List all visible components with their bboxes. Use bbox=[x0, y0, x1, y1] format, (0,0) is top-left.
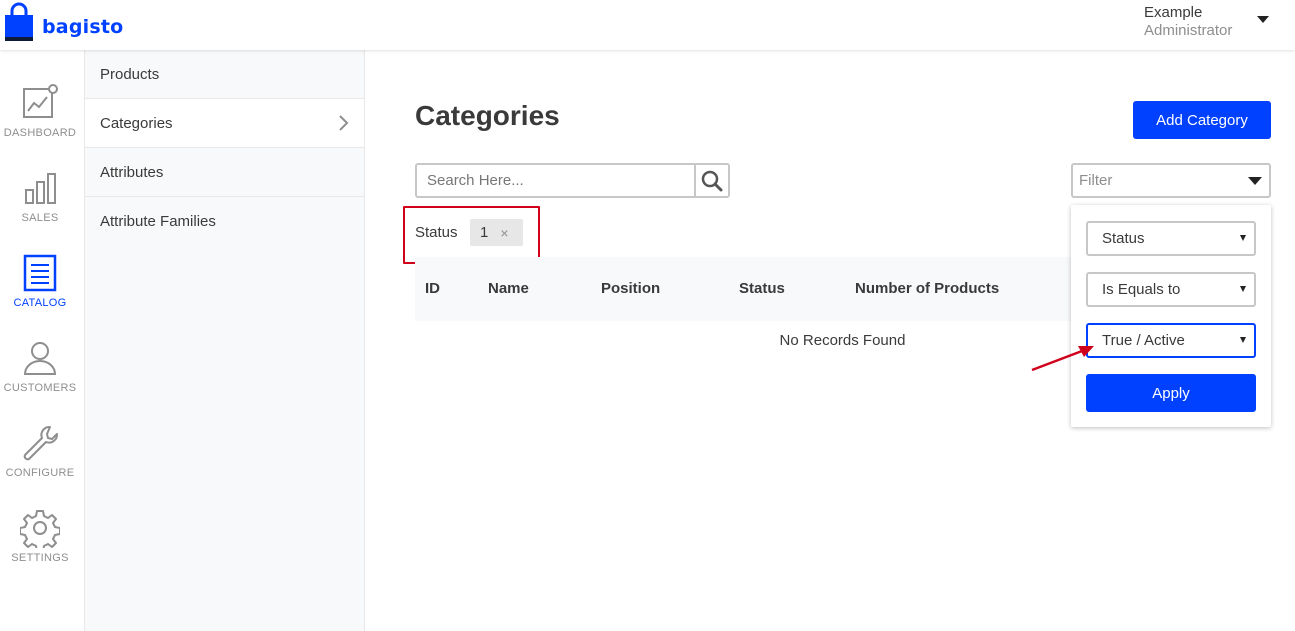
main-nav: DASHBOARD SALES CATALOG CUSTOMERS CONFIG… bbox=[0, 50, 85, 631]
column-header-id[interactable]: ID bbox=[425, 280, 440, 297]
nav-item-settings[interactable]: SETTINGS bbox=[0, 508, 80, 564]
subnav-item-attribute-families[interactable]: Attribute Families bbox=[85, 197, 364, 246]
chevron-right-icon bbox=[339, 115, 349, 131]
filter-condition-select[interactable]: Is Equals to bbox=[1086, 272, 1256, 307]
filter-condition-value: Is Equals to bbox=[1102, 281, 1181, 298]
filter-dropdown[interactable]: Filter bbox=[1071, 163, 1271, 198]
nav-item-catalog[interactable]: CATALOG bbox=[0, 253, 80, 309]
search-icon bbox=[701, 170, 723, 191]
table-header: ID Name Position Status Number of Produc… bbox=[415, 257, 1075, 321]
subnav-item-attributes[interactable]: Attributes bbox=[85, 148, 364, 197]
filter-column-value: Status bbox=[1102, 230, 1145, 247]
subnav-item-products[interactable]: Products bbox=[85, 50, 364, 99]
close-icon[interactable]: × bbox=[500, 225, 508, 241]
subnav-item-categories[interactable]: Categories bbox=[85, 99, 364, 148]
search-input[interactable] bbox=[417, 165, 694, 196]
gear-icon bbox=[20, 510, 60, 548]
filter-value-value: True / Active bbox=[1102, 332, 1185, 349]
nav-item-sales[interactable]: SALES bbox=[0, 168, 80, 224]
user-name: Example bbox=[1144, 4, 1203, 21]
caret-down-icon bbox=[1248, 177, 1262, 185]
subnav-label: Attribute Families bbox=[100, 213, 216, 230]
applied-filter-label: Status bbox=[415, 224, 458, 241]
brand-name: bagisto bbox=[42, 16, 124, 38]
nav-label: CATALOG bbox=[13, 297, 67, 309]
subnav-label: Categories bbox=[100, 114, 173, 132]
search-button[interactable] bbox=[694, 165, 728, 196]
caret-down-icon[interactable] bbox=[1257, 16, 1269, 23]
nav-item-configure[interactable]: CONFIGURE bbox=[0, 423, 80, 479]
filter-column-select[interactable]: Status bbox=[1086, 221, 1256, 256]
search-box bbox=[415, 163, 730, 198]
apply-filter-button[interactable]: Apply bbox=[1086, 374, 1256, 412]
nav-label: SALES bbox=[21, 212, 59, 224]
annotation-arrow-icon bbox=[1031, 346, 1094, 372]
nav-item-customers[interactable]: CUSTOMERS bbox=[0, 338, 80, 394]
wrench-icon bbox=[23, 426, 58, 461]
brand-logo[interactable]: bagisto bbox=[4, 2, 123, 42]
applied-filter-value: 1 bbox=[480, 224, 489, 241]
user-role: Administrator bbox=[1144, 22, 1233, 39]
page-title: Categories bbox=[415, 100, 560, 131]
applied-filter-chip: 1 × bbox=[470, 219, 523, 246]
caret-down-icon bbox=[1240, 337, 1246, 343]
column-header-number-of-products[interactable]: Number of Products bbox=[855, 280, 999, 297]
subnav-label: Attributes bbox=[100, 163, 164, 181]
filter-value-select[interactable]: True / Active bbox=[1086, 323, 1256, 358]
column-header-name[interactable]: Name bbox=[488, 280, 529, 297]
filter-placeholder: Filter bbox=[1079, 172, 1113, 189]
user-menu[interactable]: Example Administrator bbox=[1144, 4, 1232, 40]
dashboard-icon bbox=[23, 84, 58, 118]
caret-down-icon bbox=[1240, 235, 1246, 241]
nav-label: DASHBOARD bbox=[3, 127, 77, 139]
caret-down-icon bbox=[1240, 286, 1246, 292]
nav-label: CUSTOMERS bbox=[3, 382, 77, 394]
nav-label: SETTINGS bbox=[11, 552, 69, 564]
catalog-list-icon bbox=[23, 254, 57, 292]
catalog-subnav: Products Categories Attributes Attribute… bbox=[85, 50, 365, 631]
nav-item-dashboard[interactable]: DASHBOARD bbox=[0, 83, 80, 139]
top-bar: bagisto Example Administrator bbox=[0, 0, 1295, 50]
add-category-button[interactable]: Add Category bbox=[1133, 101, 1271, 139]
nav-label: CONFIGURE bbox=[5, 467, 75, 479]
column-header-position[interactable]: Position bbox=[601, 280, 660, 297]
user-icon bbox=[23, 342, 57, 375]
filter-panel: Status Is Equals to True / Active Apply bbox=[1071, 205, 1271, 427]
shopping-bag-icon bbox=[5, 2, 33, 41]
subnav-label: Products bbox=[100, 65, 160, 83]
column-header-status[interactable]: Status bbox=[739, 280, 785, 297]
bar-chart-icon bbox=[25, 173, 56, 204]
